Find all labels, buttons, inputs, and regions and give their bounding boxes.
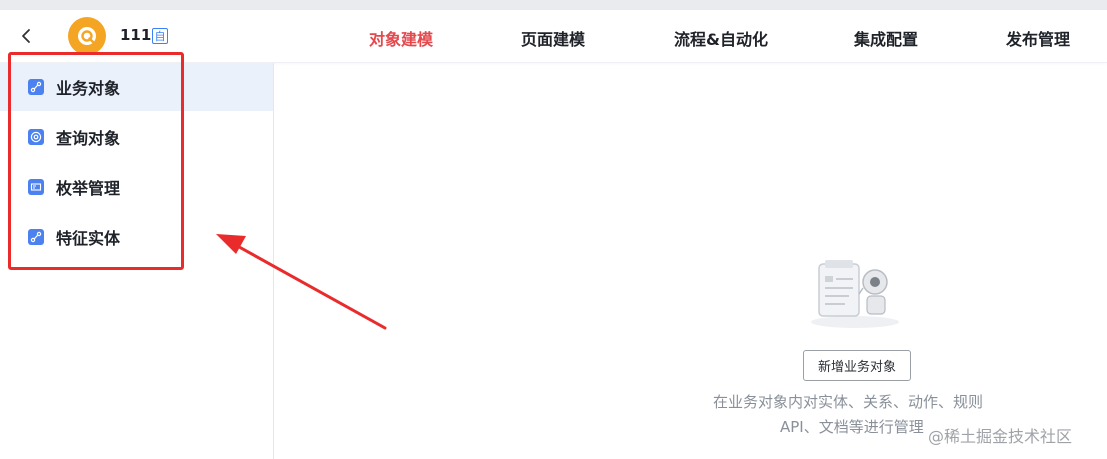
- window-top-strip: [0, 0, 1107, 10]
- sidebar: 业务对象 查询对象 枚举管理 特征实体: [0, 63, 274, 459]
- tab-flow-automation[interactable]: 流程&自动化: [674, 26, 768, 50]
- flow-icon: [28, 229, 44, 245]
- chevron-left-icon: [22, 29, 30, 43]
- tab-integration-config[interactable]: 集成配置: [854, 26, 918, 50]
- tab-page-modeling[interactable]: 页面建模: [521, 26, 585, 50]
- empty-state-illustration: [811, 260, 899, 328]
- flow-icon: [28, 79, 44, 95]
- sidebar-item-query-object[interactable]: 查询对象: [0, 113, 273, 161]
- add-business-object-button[interactable]: 新增业务对象: [803, 350, 911, 381]
- app-header: 111 自 对象建模 页面建模 流程&自动化 集成配置 发布管理: [0, 10, 1107, 63]
- back-button[interactable]: [14, 24, 38, 48]
- sidebar-item-business-object[interactable]: 业务对象: [0, 63, 273, 111]
- app-type-badge: 自: [152, 28, 168, 44]
- at-icon: [28, 129, 44, 145]
- sidebar-item-label: 业务对象: [56, 79, 121, 98]
- sidebar-item-label: 特征实体: [56, 229, 121, 248]
- empty-state-description-line1: 在业务对象内对实体、关系、动作、规则: [713, 393, 984, 411]
- app-name: 111: [120, 26, 152, 44]
- sidebar-item-feature-entity[interactable]: 特征实体: [0, 213, 273, 261]
- tab-release-management[interactable]: 发布管理: [1006, 26, 1070, 50]
- app-logo: [68, 17, 106, 55]
- card-icon: [28, 179, 44, 195]
- sidebar-item-label: 查询对象: [56, 129, 121, 148]
- sidebar-item-enum-management[interactable]: 枚举管理: [0, 163, 273, 211]
- sidebar-item-label: 枚举管理: [56, 179, 121, 198]
- watermark: @稀土掘金技术社区: [928, 427, 1073, 446]
- tab-object-modeling[interactable]: 对象建模: [369, 26, 433, 50]
- empty-state-description-line2: API、文档等进行管理: [780, 418, 924, 436]
